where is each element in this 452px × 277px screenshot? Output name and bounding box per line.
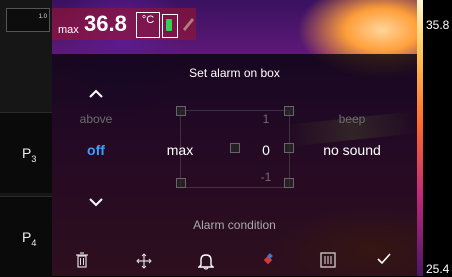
alarm-condition-label: Alarm condition (193, 218, 276, 232)
zoom-level: 1.0 (38, 14, 47, 20)
preset-label-3: P3 (22, 145, 37, 164)
scale-min-value: 25.4 (426, 262, 450, 276)
color-icon[interactable] (256, 252, 280, 272)
zoom-thumbnail[interactable]: 1.0 (6, 8, 50, 32)
value-next-option[interactable]: -1 (246, 170, 286, 184)
scale-max-value: 35.8 (426, 18, 450, 32)
readout-label: max (58, 24, 79, 36)
move-icon[interactable] (132, 252, 156, 272)
mode-up-arrow-icon[interactable] (84, 84, 108, 105)
measure-current-option[interactable]: max (150, 142, 210, 158)
preset-slot-4[interactable]: P4 (0, 196, 52, 277)
mode-current-option[interactable]: off (66, 142, 126, 158)
battery-icon (166, 19, 172, 31)
value-current-option[interactable]: 0 (246, 142, 286, 158)
box-handle[interactable] (176, 178, 186, 188)
battery-frame (162, 14, 178, 38)
mode-prev-option[interactable]: above (66, 112, 126, 126)
tool-icon (180, 12, 196, 34)
grid-icon[interactable] (316, 252, 340, 272)
confirm-check-icon[interactable] (372, 252, 396, 272)
scale-bar (417, 0, 423, 276)
mode-down-arrow-icon[interactable] (84, 192, 108, 213)
value-prev-option[interactable]: 1 (246, 112, 286, 126)
bottom-toolbar (52, 248, 417, 276)
box-handle[interactable] (230, 143, 240, 153)
sound-current-option[interactable]: no sound (310, 142, 394, 158)
delete-icon[interactable] (70, 252, 94, 272)
readout-value: 36.8 (84, 11, 127, 36)
alarm-bell-icon[interactable] (194, 252, 218, 272)
preset-slot-3[interactable]: P3 (0, 112, 52, 193)
unit-indicator: °C (136, 12, 160, 38)
box-handle[interactable] (176, 106, 186, 116)
dialog-title: Set alarm on box (189, 66, 280, 80)
left-panel: 1.0 P3 P4 (0, 0, 52, 277)
sound-prev-option[interactable]: beep (310, 112, 394, 126)
preset-label-4: P4 (22, 229, 37, 248)
color-scale: 35.8 25.4 (417, 0, 452, 276)
temperature-readout: max 36.8 °C (52, 8, 196, 40)
